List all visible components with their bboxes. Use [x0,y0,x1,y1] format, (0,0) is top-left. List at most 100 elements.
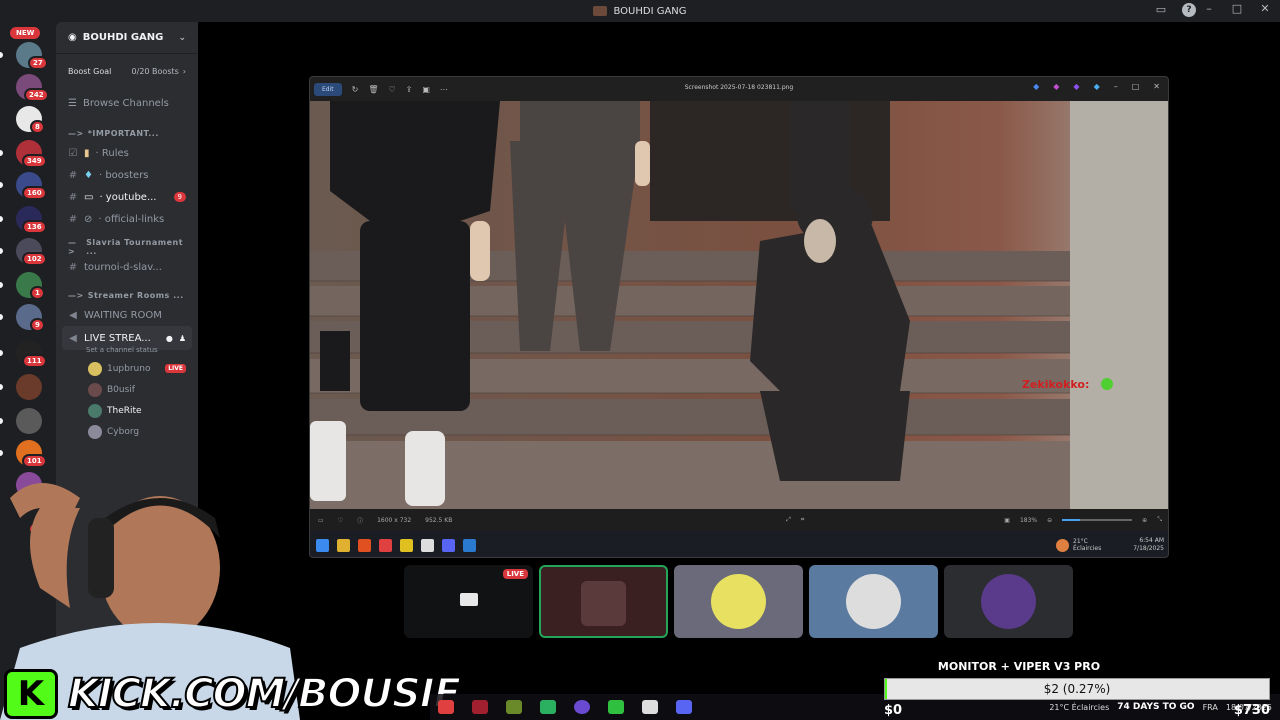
goal-progress-bar: $2 (0.27%) [884,678,1270,700]
help-icon[interactable]: ? [1182,3,1196,17]
more-icon[interactable]: ⋯ [440,85,448,94]
unread-pill [0,182,3,188]
app-icon[interactable]: ◆ [1053,82,1059,91]
user-tile[interactable] [944,565,1073,638]
app-icon[interactable]: ◆ [1073,82,1079,91]
rotate-icon[interactable]: ↻ [352,85,359,94]
window-controls: – □ ✕ [1202,2,1272,15]
hash-icon: # [68,169,78,181]
category-label: Streamer Rooms ... [87,290,184,300]
server-badge: 1 [30,286,45,300]
fullscreen-icon[interactable]: ▣ [1004,517,1010,524]
voice-user[interactable]: Cyborg [56,421,198,442]
channel-label: · youtube... [99,191,157,203]
app-icon [472,700,488,714]
server-name: BOUHDI GANG [82,32,164,43]
zoom-slider[interactable] [1062,519,1133,521]
channel-official-links[interactable]: # ⊘ · official-links [56,208,198,230]
browse-channels-label: Browse Channels [82,97,169,109]
heart-icon[interactable]: ♡ [338,517,343,524]
expand-icon[interactable]: ⤡ [1157,516,1162,524]
share-icon[interactable]: ⇪ [406,85,413,94]
photos-window-controls: ◆ ◆ ◆ ◆ – □ ✕ [1033,82,1160,91]
unread-pill [0,282,3,288]
arrow-icon: —> [68,290,84,300]
close-button[interactable]: ✕ [1153,82,1160,91]
category-label: *IMPORTANT... [87,128,159,138]
server-badge: 102 [22,252,47,266]
photos-icon [463,538,476,552]
crop-icon[interactable]: ⌗ [801,516,804,524]
maximize-button[interactable]: □ [1132,82,1140,91]
voice-user[interactable]: B0usif [56,379,198,400]
voice-channel-status[interactable]: Set a channel status [56,346,198,358]
zoom-in-icon[interactable]: ⊕ [1142,517,1147,524]
kick-banner: K KICK.COM/BOUSIF [0,668,462,720]
fit-icon[interactable]: ⤢ [786,516,791,524]
browse-channels[interactable]: ☰ Browse Channels [56,92,198,114]
goal-start-amount: $0 [884,703,903,718]
stream-tile-selected[interactable] [539,565,668,638]
app-icon[interactable]: ◆ [1033,82,1039,91]
category-tournament[interactable]: —> Slavria Tournament ... [56,238,198,256]
gem-icon: ♦ [84,169,93,181]
server-badge: 349 [22,154,47,168]
app-icon [379,538,392,552]
hash-icon: # [68,213,78,225]
channel-rules[interactable]: ☑ ▮ · Rules [56,142,198,164]
arrow-icon: —> [68,238,77,256]
speaker-icon: ◀ [69,332,77,344]
voice-user-name: Cyborg [107,426,140,437]
app-icon [608,700,624,714]
server-icon[interactable] [16,374,42,400]
scroll-emoji-icon: ▮ [84,147,90,159]
zoom-out-icon[interactable]: ⊖ [1047,517,1052,524]
app-icon [506,700,522,714]
minimize-button[interactable]: – [1114,82,1118,91]
server-badge: 9 [30,318,45,332]
voice-user-name: 1upbruno [107,363,151,374]
boost-goal[interactable]: Boost Goal 0/20 Boosts › [60,60,194,82]
chat-icon[interactable]: ● [166,334,173,343]
delete-icon[interactable]: 🗑 [368,85,378,94]
voice-user[interactable]: TheRite [56,400,198,421]
boost-goal-count: 0/20 Boosts [131,66,179,76]
app-icon [400,538,413,552]
server-icon[interactable] [16,408,42,434]
add-user-icon[interactable]: ♟ [179,334,186,343]
avatar [981,574,1036,629]
avatar [711,574,766,629]
channel-youtube[interactable]: # ▭ · youtube... 9 [56,186,198,208]
close-button[interactable]: ✕ [1258,2,1272,15]
filmstrip-icon[interactable]: ▭ [318,517,324,524]
voice-user[interactable]: 1upbruno LIVE [56,358,198,379]
server-header[interactable]: ◉ BOUHDI GANG ⌄ [56,22,198,54]
server-badge: 160 [22,186,47,200]
info-icon[interactable]: ⓘ [357,516,363,525]
category-important[interactable]: —> *IMPORTANT... [56,124,198,142]
server-badge: 242 [24,88,49,102]
unread-pill [0,350,3,356]
slideshow-icon[interactable]: ▣ [422,85,430,94]
ingame-player-name: Zekikokko: [1022,378,1089,391]
screen-root: BOUHDI GANG ▭ ? – □ ✕ NEW 27 242 8 349 1… [0,0,1280,720]
boost-goal-label: Boost Goal [68,66,112,76]
zoom-level[interactable]: 183% [1020,517,1037,524]
minimize-button[interactable]: – [1202,2,1216,15]
image-dimensions: 1600 x 732 [377,516,412,524]
user-tile[interactable] [809,565,938,638]
maximize-button[interactable]: □ [1230,2,1244,15]
edit-button[interactable]: Edit [314,82,342,96]
category-streamer-rooms[interactable]: —> Streamer Rooms ... [56,286,198,304]
game-scene-image: Zekikokko: [310,101,1168,509]
app-icon[interactable]: ◆ [1094,82,1100,91]
channel-boosters[interactable]: # ♦ · boosters [56,164,198,186]
game-screenshot: Zekikokko: [310,101,1168,509]
avatar [88,361,102,376]
user-tile[interactable] [674,565,803,638]
channel-waiting-room[interactable]: ◀ WAITING ROOM [56,304,198,326]
favorite-icon[interactable]: ♡ [388,85,395,94]
stream-tile[interactable]: LIVE [404,565,533,638]
channel-tournoi[interactable]: # tournoi-d-slav... [56,256,198,278]
inbox-icon[interactable]: ▭ [1154,3,1168,17]
